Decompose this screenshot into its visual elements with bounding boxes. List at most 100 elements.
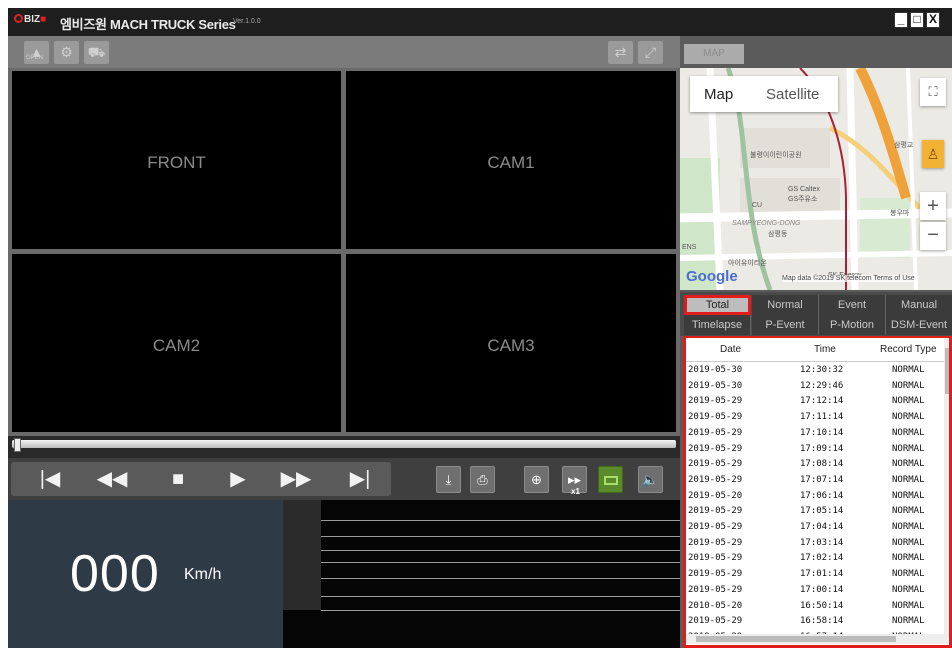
map-type-map-button[interactable]: Map	[704, 86, 733, 103]
camera-view-front[interactable]: FRONT	[12, 71, 341, 249]
record-date: 2019-05-29	[688, 616, 743, 627]
street-view-button[interactable]: ♙	[922, 140, 944, 168]
vehicle-button[interactable]: ⛟	[84, 41, 109, 64]
record-time: 17:11:14	[800, 412, 844, 423]
table-row[interactable]: 2019-05-29 17:08:14 NORMAL	[686, 457, 948, 473]
table-row[interactable]: 2010-05-20 16:50:14 NORMAL	[686, 599, 948, 615]
vertical-scrollbar[interactable]	[944, 338, 949, 638]
camera-label: CAM1	[487, 153, 535, 172]
tab-event[interactable]: Event	[819, 295, 886, 315]
map-attribution[interactable]: Map data ©2019 SK telecom Terms of Use	[782, 275, 915, 282]
record-date: 2019-05-29	[688, 427, 743, 438]
right-panel: MAP 불령이이린이공원 GS Caltex GS주유소 CU SAMPYEON…	[680, 36, 952, 648]
tab-manual[interactable]: Manual	[886, 295, 952, 315]
download-button[interactable]: ⤓	[436, 466, 461, 493]
graph-axis-bar	[283, 500, 321, 610]
swap-icon: ⇄	[614, 44, 627, 60]
zoom-icon: ⊕	[531, 472, 542, 487]
table-row[interactable]: 2019-05-29 17:11:14 NORMAL	[686, 410, 948, 426]
fast-forward-button[interactable]: ▶▶	[279, 466, 313, 492]
zoom-out-button[interactable]: −	[920, 222, 946, 250]
close-button[interactable]: X	[926, 12, 940, 28]
google-logo: Google	[686, 268, 738, 285]
table-row[interactable]: 2019-05-29 17:02:14 NORMAL	[686, 551, 948, 567]
fullscreen-button[interactable]: ⤢	[638, 41, 663, 64]
table-row[interactable]: 2019-05-30 12:29:46 NORMAL	[686, 379, 948, 395]
record-filter-tabs: Total Normal Event Manual Timelapse P-Ev…	[680, 292, 952, 336]
record-time: 16:58:14	[800, 616, 844, 627]
horizontal-scrollbar[interactable]	[686, 634, 948, 644]
table-row[interactable]: 2019-05-29 17:03:14 NORMAL	[686, 536, 948, 552]
record-type: NORMAL	[892, 459, 925, 470]
map-label: ENS	[682, 244, 697, 251]
table-row[interactable]: 2019-05-29 17:00:14 NORMAL	[686, 583, 948, 599]
record-date: 2019-05-29	[688, 553, 743, 564]
record-type: NORMAL	[892, 584, 925, 595]
settings-button[interactable]: ⚙	[54, 41, 79, 64]
record-type: NORMAL	[892, 522, 925, 532]
zoom-button[interactable]: ⊕	[524, 466, 549, 493]
scrollbar-thumb[interactable]	[945, 348, 949, 394]
zoom-in-button[interactable]: +	[920, 192, 946, 220]
table-row[interactable]: 2019-05-30 12:30:32 NORMAL	[686, 363, 948, 379]
table-row[interactable]: 2019-05-20 17:06:14 NORMAL	[686, 489, 948, 505]
map-label: 삼평교	[894, 142, 914, 149]
scrollbar-thumb[interactable]	[696, 636, 896, 642]
tab-normal[interactable]: Normal	[752, 295, 819, 315]
printer-icon: ⎙	[477, 472, 488, 487]
tab-timelapse[interactable]: Timelapse	[684, 315, 751, 335]
record-date: 2019-05-29	[688, 443, 743, 454]
record-type: NORMAL	[892, 490, 925, 501]
play-button[interactable]: ▶	[221, 466, 255, 492]
record-type: NORMAL	[892, 412, 925, 423]
playback-controls: |◀ ◀◀ ■ ▶ ▶▶ ▶| ⤓ ⎙ ⊕ ▸▸ x1 🔈	[8, 458, 680, 500]
maximize-button[interactable]: □	[910, 12, 924, 28]
volume-button[interactable]: 🔈	[638, 466, 663, 493]
map-label: 봉우마	[890, 210, 910, 217]
table-row[interactable]: 2019-05-29 17:12:14 NORMAL	[686, 394, 948, 410]
timeline-thumb[interactable]	[14, 438, 21, 452]
table-row[interactable]: 2019-05-29 17:04:14 NORMAL	[686, 520, 948, 536]
map-view[interactable]: 불령이이린이공원 GS Caltex GS주유소 CU SAMPYEONG-DO…	[680, 68, 952, 290]
swap-button[interactable]: ⇄	[608, 41, 633, 64]
skip-end-button[interactable]: ▶|	[343, 466, 377, 492]
camera-view-cam1[interactable]: CAM1	[346, 71, 676, 249]
playback-speed-button[interactable]: ▸▸ x1	[562, 466, 587, 496]
record-time: 17:07:14	[800, 474, 844, 485]
tab-p-motion[interactable]: P-Motion	[819, 315, 886, 335]
minimize-button[interactable]: _	[894, 12, 908, 28]
display-toggle-button[interactable]	[598, 466, 623, 493]
table-row[interactable]: 2019-05-29 17:07:14 NORMAL	[686, 473, 948, 489]
camera-view-cam3[interactable]: CAM3	[346, 254, 676, 432]
tab-map[interactable]: MAP	[684, 44, 744, 64]
column-header-time[interactable]: Time	[814, 344, 836, 355]
record-date: 2019-05-29	[688, 412, 743, 423]
table-row[interactable]: 2019-05-29 17:10:14 NORMAL	[686, 426, 948, 442]
graph-line	[321, 610, 680, 611]
tab-total[interactable]: Total	[684, 295, 751, 315]
camera-label: CAM3	[487, 336, 535, 355]
record-type: NORMAL	[892, 537, 925, 548]
map-label: GS주유소	[788, 196, 818, 203]
table-row[interactable]: 2019-05-29 17:05:14 NORMAL	[686, 504, 948, 520]
table-row[interactable]: 2019-05-29 17:01:14 NORMAL	[686, 567, 948, 583]
record-type: NORMAL	[892, 396, 925, 407]
map-type-satellite-button[interactable]: Satellite	[766, 86, 819, 103]
camera-view-cam2[interactable]: CAM2	[12, 254, 341, 432]
table-row[interactable]: 2019-05-29 17:09:14 NORMAL	[686, 442, 948, 458]
tab-dsm-event[interactable]: DSM-Event	[886, 315, 952, 335]
map-fullscreen-button[interactable]: ⛶	[920, 78, 946, 106]
fullscreen-icon: ⤢	[644, 44, 657, 60]
record-date: 2019-05-30	[688, 380, 743, 391]
skip-start-button[interactable]: |◀	[33, 466, 67, 492]
column-header-date[interactable]: Date	[720, 344, 741, 355]
timeline-slider[interactable]	[8, 436, 680, 458]
rewind-button[interactable]: ◀◀	[95, 466, 129, 492]
open-file-button[interactable]: ▲ OPEN	[24, 41, 49, 64]
print-button[interactable]: ⎙	[470, 466, 495, 493]
stop-button[interactable]: ■	[161, 466, 195, 492]
tab-p-event[interactable]: P-Event	[752, 315, 819, 335]
speaker-icon: 🔈	[642, 472, 659, 487]
column-header-record-type[interactable]: Record Type	[880, 344, 937, 355]
table-row[interactable]: 2019-05-29 16:58:14 NORMAL	[686, 614, 948, 630]
